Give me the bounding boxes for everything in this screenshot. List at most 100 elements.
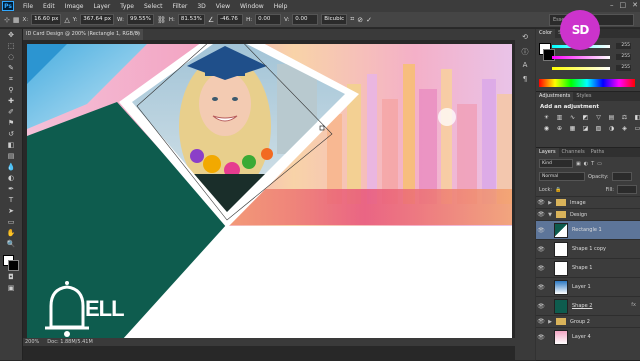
lock-icon[interactable]: 🔒	[555, 187, 561, 193]
vibrance-icon[interactable]: ▽	[594, 114, 603, 122]
gradient-map-icon[interactable]: ▭	[633, 125, 640, 133]
quick-mask-icon[interactable]: ◘	[3, 273, 19, 282]
exposure-icon[interactable]: ◩	[581, 114, 590, 122]
invert-icon[interactable]: ◪	[581, 125, 590, 133]
maximize-icon[interactable]: □	[620, 1, 627, 9]
tab-styles[interactable]: Styles	[573, 92, 594, 101]
crop-tool-icon[interactable]: ⌗	[3, 75, 19, 84]
lasso-tool-icon[interactable]: ◌	[3, 53, 19, 62]
eraser-tool-icon[interactable]: ◧	[3, 141, 19, 150]
photo-filter-icon[interactable]: ◉	[542, 125, 551, 133]
eyedropper-tool-icon[interactable]: ⚲	[3, 86, 19, 95]
interpolation-select[interactable]: Bicubic	[321, 14, 348, 25]
history-icon[interactable]: ⟲	[519, 33, 531, 43]
marquee-tool-icon[interactable]: ⬚	[3, 42, 19, 51]
menu-3d[interactable]: 3D	[192, 3, 210, 10]
shape-tool-icon[interactable]: ▭	[3, 218, 19, 227]
menu-view[interactable]: View	[211, 3, 235, 10]
link-icon[interactable]: ⛓	[157, 16, 166, 24]
b-slider[interactable]	[552, 67, 610, 70]
brightness-icon[interactable]: ☀	[542, 114, 551, 122]
chevron-down-icon[interactable]: ▼	[546, 212, 554, 218]
document-tab[interactable]: ID Card Design @ 200% (Rectangle 1, RGB/…	[23, 29, 143, 48]
pen-tool-icon[interactable]: ✒	[3, 185, 19, 194]
paragraph-icon[interactable]: ¶	[519, 75, 531, 85]
b-value[interactable]: 255	[616, 65, 631, 71]
g-value[interactable]: 255	[616, 54, 631, 60]
tab-adjustments[interactable]: Adjustments	[536, 92, 574, 101]
hand-tool-icon[interactable]: ✋	[3, 229, 19, 238]
background-color[interactable]	[8, 260, 19, 271]
delta-icon[interactable]: △	[64, 16, 69, 24]
y-field[interactable]: 367.64 px	[80, 14, 114, 25]
dodge-tool-icon[interactable]: ◐	[3, 174, 19, 183]
screen-mode-icon[interactable]: ▣	[3, 284, 19, 293]
layer-group-image[interactable]: 👁 ▶ Image	[536, 196, 640, 208]
eye-icon[interactable]: 👁	[536, 303, 546, 310]
g-slider[interactable]	[552, 56, 610, 59]
menu-image[interactable]: Image	[60, 3, 89, 10]
cancel-icon[interactable]: ⊘	[357, 16, 363, 24]
bg-color-swatch[interactable]	[543, 49, 555, 61]
transform-icon[interactable]: ⊹	[4, 16, 10, 24]
eye-icon[interactable]: 👁	[536, 284, 546, 291]
quick-select-tool-icon[interactable]: ✎	[3, 64, 19, 73]
filter-shape-icon[interactable]: ▭	[597, 161, 602, 167]
path-select-tool-icon[interactable]: ➤	[3, 207, 19, 216]
layer-group-2[interactable]: 👁 ▶ Group 2	[536, 315, 640, 327]
close-tab-icon[interactable]: ×	[136, 29, 140, 40]
menu-file[interactable]: File	[18, 3, 38, 10]
w-field[interactable]: 99.55%	[126, 14, 154, 25]
layer-shape-2[interactable]: 👁 Shape 2 fx	[536, 296, 640, 315]
eye-icon[interactable]: 👁	[536, 211, 546, 218]
selective-color-icon[interactable]: ◈	[620, 125, 629, 133]
zoom-level[interactable]: 200%	[25, 339, 39, 345]
levels-icon[interactable]: ▥	[555, 114, 564, 122]
channel-mixer-icon[interactable]: ⊕	[555, 125, 564, 133]
hskew-field[interactable]: 0.00	[255, 14, 282, 25]
color-spectrum-bar[interactable]	[539, 79, 635, 87]
angle-field[interactable]: -46.76	[217, 14, 244, 25]
menu-select[interactable]: Select	[139, 3, 168, 10]
reference-point-icon[interactable]: ▦	[13, 16, 20, 24]
character-icon[interactable]: A	[519, 61, 531, 71]
menu-window[interactable]: Window	[235, 3, 269, 10]
healing-tool-icon[interactable]: ✚	[3, 97, 19, 106]
fx-icon[interactable]: fx	[631, 302, 636, 308]
menu-type[interactable]: Type	[115, 3, 139, 10]
eye-icon[interactable]: 👁	[536, 265, 546, 272]
tab-color[interactable]: Color	[536, 29, 556, 38]
minimize-icon[interactable]: –	[610, 1, 614, 9]
commit-icon[interactable]: ✓	[366, 16, 372, 24]
eye-icon[interactable]: 👁	[536, 318, 546, 325]
filter-adjust-icon[interactable]: ◐	[584, 161, 588, 167]
tab-channels[interactable]: Channels	[559, 148, 588, 157]
curves-icon[interactable]: ∿	[568, 114, 577, 122]
hue-sat-icon[interactable]: ▤	[607, 114, 616, 122]
menu-help[interactable]: Help	[269, 3, 293, 10]
chevron-right-icon[interactable]: ▶	[546, 200, 554, 206]
bw-icon[interactable]: ◧	[633, 114, 640, 122]
opacity-field[interactable]	[611, 172, 632, 181]
fill-field[interactable]	[617, 185, 637, 194]
layer-rectangle-1[interactable]: 👁 Rectangle 1	[536, 220, 640, 239]
eye-icon[interactable]: 👁	[536, 227, 546, 234]
eye-icon[interactable]: 👁	[536, 334, 546, 341]
close-icon[interactable]: ✕	[632, 1, 638, 9]
chevron-right-icon[interactable]: ▶	[546, 319, 554, 325]
tab-paths[interactable]: Paths	[588, 148, 608, 157]
color-swatches[interactable]	[3, 255, 19, 271]
posterize-icon[interactable]: ▧	[594, 125, 603, 133]
history-brush-icon[interactable]: ↺	[3, 130, 19, 139]
menu-edit[interactable]: Edit	[38, 3, 60, 10]
zoom-tool-icon[interactable]: 🔍	[3, 240, 19, 249]
stamp-tool-icon[interactable]: ⚑	[3, 119, 19, 128]
layer-shape-1[interactable]: 👁 Shape 1	[536, 258, 640, 277]
color-balance-icon[interactable]: ⚖	[620, 114, 629, 122]
layer-layer-4[interactable]: 👁 Layer 4	[536, 327, 640, 346]
filter-pixel-icon[interactable]: ▣	[576, 161, 581, 167]
threshold-icon[interactable]: ◑	[607, 125, 616, 133]
eye-icon[interactable]: 👁	[536, 246, 546, 253]
menu-layer[interactable]: Layer	[88, 3, 115, 10]
r-value[interactable]: 255	[616, 43, 631, 49]
